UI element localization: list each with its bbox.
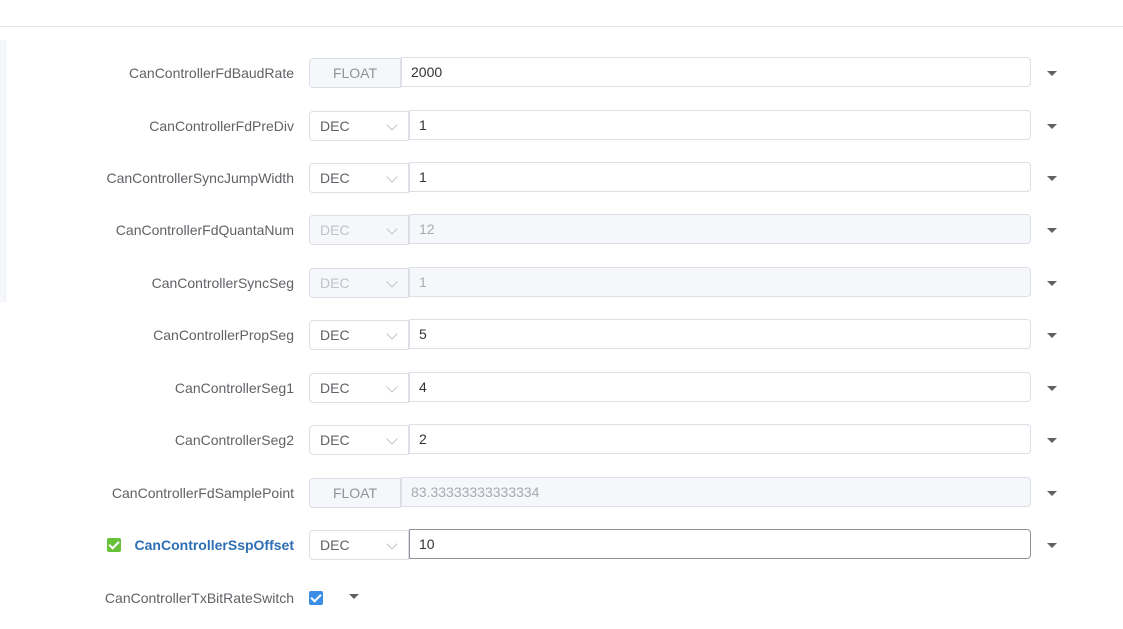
format-select-value: DEC xyxy=(320,327,350,343)
format-select[interactable]: DEC xyxy=(309,320,409,350)
checkbox-checked-icon[interactable] xyxy=(106,538,121,552)
param-row-fd-sample-point: CanControllerFdSamplePoint FLOAT 83.3333… xyxy=(0,473,1123,513)
format-select[interactable]: DEC xyxy=(309,425,409,455)
param-row-ssp-offset: CanControllerSspOffset DEC 10 xyxy=(0,525,1123,565)
format-select-value: DEC xyxy=(320,432,350,448)
chevron-down-icon xyxy=(386,171,398,183)
param-row-fd-pre-div: CanControllerFdPreDiv DEC 1 xyxy=(0,106,1123,146)
chevron-down-icon xyxy=(386,538,398,550)
format-select: DEC xyxy=(309,268,409,298)
param-row-seg2: CanControllerSeg2 DEC 2 xyxy=(0,420,1123,460)
format-select-value: DEC xyxy=(320,118,350,134)
param-row-prop-seg: CanControllerPropSeg DEC 5 xyxy=(0,315,1123,355)
caret-down-icon[interactable] xyxy=(1047,176,1057,181)
value-input: 12 xyxy=(409,214,1031,244)
param-label: CanControllerFdQuantaNum xyxy=(115,222,294,238)
value-input[interactable]: 10 xyxy=(409,529,1031,559)
format-select[interactable]: DEC xyxy=(309,530,409,560)
format-select[interactable]: DEC xyxy=(309,111,409,141)
format-select-value: DEC xyxy=(320,170,350,186)
format-select-value: DEC xyxy=(320,537,350,553)
caret-down-icon[interactable] xyxy=(1047,438,1057,443)
value-input: 83.33333333333334 xyxy=(401,477,1031,507)
value-input[interactable]: 1 xyxy=(409,110,1031,140)
param-row-tx-bit-rate-switch: CanControllerTxBitRateSwitch xyxy=(0,578,1123,618)
value-input: 1 xyxy=(409,267,1031,297)
param-label: CanControllerSyncJumpWidth xyxy=(106,170,294,186)
chevron-down-icon xyxy=(386,223,398,235)
chevron-down-icon xyxy=(386,276,398,288)
value-input[interactable]: 2 xyxy=(409,424,1031,454)
param-label: CanControllerFdPreDiv xyxy=(149,118,294,134)
value-input[interactable]: 1 xyxy=(409,162,1031,192)
param-label: CanControllerFdSamplePoint xyxy=(111,485,294,501)
param-label-text: CanControllerSspOffset xyxy=(134,537,294,553)
param-row-sync-seg: CanControllerSyncSeg DEC 1 xyxy=(0,263,1123,303)
caret-down-icon[interactable] xyxy=(1047,333,1057,338)
chevron-down-icon xyxy=(386,119,398,131)
checkbox-checked-icon[interactable] xyxy=(309,591,323,605)
format-indicator: FLOAT xyxy=(309,478,401,508)
format-select[interactable]: DEC xyxy=(309,163,409,193)
caret-down-icon[interactable] xyxy=(1047,124,1057,129)
param-label: CanControllerTxBitRateSwitch xyxy=(104,590,294,606)
caret-down-icon[interactable] xyxy=(1047,543,1057,548)
chevron-down-icon xyxy=(386,433,398,445)
param-label: CanControllerFdBaudRate xyxy=(129,65,294,81)
format-select[interactable]: DEC xyxy=(309,373,409,403)
param-label: CanControllerSeg2 xyxy=(174,432,294,448)
param-label: CanControllerSeg1 xyxy=(174,380,294,396)
caret-down-icon[interactable] xyxy=(1047,228,1057,233)
param-label: CanControllerSyncSeg xyxy=(151,275,294,291)
format-indicator: FLOAT xyxy=(309,58,401,88)
param-row-fd-baud-rate: CanControllerFdBaudRate FLOAT 2000 xyxy=(0,53,1123,93)
value-input[interactable]: 5 xyxy=(409,319,1031,349)
param-label: CanControllerPropSeg xyxy=(153,327,294,343)
caret-down-icon[interactable] xyxy=(1047,71,1057,76)
format-select-value: DEC xyxy=(320,222,350,238)
value-input[interactable]: 4 xyxy=(409,372,1031,402)
chevron-down-icon xyxy=(386,381,398,393)
caret-down-icon[interactable] xyxy=(1047,491,1057,496)
caret-down-icon[interactable] xyxy=(1047,281,1057,286)
value-input[interactable]: 2000 xyxy=(401,57,1031,87)
caret-down-icon[interactable] xyxy=(1047,386,1057,391)
caret-down-icon[interactable] xyxy=(349,594,359,599)
header-divider xyxy=(0,26,1123,27)
format-select: DEC xyxy=(309,215,409,245)
format-select-value: DEC xyxy=(320,275,350,291)
param-row-sync-jump-width: CanControllerSyncJumpWidth DEC 1 xyxy=(0,158,1123,198)
format-select-value: DEC xyxy=(320,380,350,396)
param-label: CanControllerSspOffset xyxy=(106,525,294,565)
param-row-seg1: CanControllerSeg1 DEC 4 xyxy=(0,368,1123,408)
chevron-down-icon xyxy=(386,328,398,340)
param-row-fd-quanta-num: CanControllerFdQuantaNum DEC 12 xyxy=(0,210,1123,250)
